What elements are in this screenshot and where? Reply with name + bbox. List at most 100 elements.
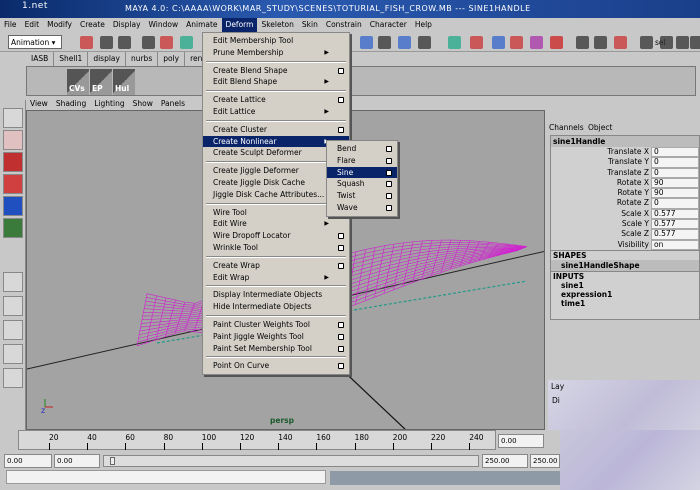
input-node-expression1[interactable]: expression1 bbox=[551, 290, 699, 299]
layout-icon[interactable] bbox=[3, 344, 23, 364]
channel-translate-z[interactable]: Translate Z0 bbox=[551, 167, 699, 178]
mode-dropdown[interactable]: Animation ▾ bbox=[8, 35, 62, 49]
toolbar-icon[interactable] bbox=[550, 36, 563, 49]
end-time-field[interactable]: 250.00 bbox=[530, 454, 560, 468]
panel-menu-view[interactable]: View bbox=[26, 98, 52, 110]
channel-value[interactable]: 0 bbox=[651, 147, 699, 158]
menu-skeleton[interactable]: Skeleton bbox=[257, 18, 297, 32]
toolbar-icon[interactable] bbox=[160, 36, 173, 49]
toolbar-icon[interactable] bbox=[80, 36, 93, 49]
menu-item-hide-intermediate-objects[interactable]: Hide Intermediate Objects bbox=[203, 301, 349, 313]
channel-rotate-x[interactable]: Rotate X 90 bbox=[551, 177, 699, 189]
tool-icon[interactable] bbox=[3, 152, 23, 172]
menu-item-paint-cluster-weights-tool[interactable]: Paint Cluster Weights Tool bbox=[203, 319, 349, 331]
toolbar-icon[interactable] bbox=[118, 36, 131, 49]
menu-item-create-lattice[interactable]: Create Lattice bbox=[203, 94, 349, 106]
menu-modify[interactable]: Modify bbox=[43, 18, 76, 32]
layout-icon[interactable] bbox=[3, 272, 23, 292]
option-box-icon[interactable] bbox=[338, 262, 344, 269]
option-box-icon[interactable] bbox=[338, 233, 344, 240]
menu-create[interactable]: Create bbox=[76, 18, 109, 32]
menu-constrain[interactable]: Constrain bbox=[322, 18, 366, 32]
shelf-tab-nurbs[interactable]: nurbs bbox=[126, 52, 159, 66]
menu-item-wire-dropoff-locator[interactable]: Wire Dropoff Locator bbox=[203, 230, 349, 242]
channel-value[interactable]: 0.577 bbox=[651, 208, 699, 220]
channel-value[interactable]: 0.577 bbox=[651, 219, 699, 230]
option-box-icon[interactable] bbox=[338, 345, 344, 352]
toolbar-icon[interactable] bbox=[640, 36, 653, 49]
tool-icon[interactable] bbox=[3, 196, 23, 216]
display-tab[interactable]: Di bbox=[552, 396, 560, 405]
command-line[interactable] bbox=[6, 470, 326, 484]
menu-item-squash[interactable]: Squash bbox=[327, 178, 397, 190]
panel-menu-lighting[interactable]: Lighting bbox=[90, 98, 128, 110]
toolbar-icon[interactable] bbox=[576, 36, 589, 49]
option-box-icon[interactable] bbox=[386, 146, 392, 152]
menu-item-edit-blend-shape[interactable]: Edit Blend Shape ▶ bbox=[203, 76, 349, 88]
shelf-button-hul[interactable]: Hul bbox=[113, 69, 135, 95]
toolbar-icon[interactable] bbox=[614, 36, 627, 49]
menu-edit[interactable]: Edit bbox=[21, 18, 44, 32]
option-box-icon[interactable] bbox=[338, 333, 344, 340]
menu-character[interactable]: Character bbox=[366, 18, 411, 32]
channel-value[interactable]: 0 bbox=[651, 157, 699, 168]
toolbar-icon[interactable] bbox=[448, 36, 461, 49]
tool-icon[interactable] bbox=[3, 218, 23, 238]
panel-menu-shading[interactable]: Shading bbox=[52, 98, 90, 110]
menu-item-edit-lattice[interactable]: Edit Lattice ▶ bbox=[203, 106, 349, 118]
menu-help[interactable]: Help bbox=[411, 18, 436, 32]
node-name[interactable]: sine1Handle bbox=[551, 136, 699, 147]
toolbar-icon[interactable] bbox=[142, 36, 155, 49]
panel-menu-show[interactable]: Show bbox=[129, 98, 157, 110]
time-slider[interactable]: 20 40 60 80 100 120 140 160 180 200 220 240 bbox=[18, 430, 496, 450]
toolbar-icon[interactable] bbox=[100, 36, 113, 49]
menu-deform[interactable]: Deform bbox=[221, 18, 258, 32]
range-handle[interactable] bbox=[110, 457, 115, 465]
menu-item-paint-set-membership-tool[interactable]: Paint Set Membership Tool bbox=[203, 343, 349, 355]
menu-item-wrinkle-tool[interactable]: Wrinkle Tool bbox=[203, 242, 349, 254]
input-node-sine1[interactable]: sine1 bbox=[551, 281, 699, 290]
menu-item-bend[interactable]: Bend bbox=[327, 143, 397, 155]
menu-item-twist[interactable]: Twist bbox=[327, 190, 397, 202]
option-box-icon[interactable] bbox=[338, 97, 344, 104]
toolbar-icon[interactable] bbox=[492, 36, 505, 49]
menu-item-edit-membership-tool[interactable]: Edit Membership Tool bbox=[203, 35, 349, 47]
channel-value[interactable]: 90 bbox=[651, 188, 699, 199]
shelf-tab-display[interactable]: display bbox=[88, 52, 126, 66]
channel-scale-x[interactable]: Scale X 0.577 bbox=[551, 208, 699, 220]
toolbar-icon[interactable] bbox=[530, 36, 543, 49]
tool-icon[interactable] bbox=[3, 130, 23, 150]
playback-end-field[interactable]: 250.00 bbox=[482, 454, 528, 468]
shelf-tab-poly[interactable]: poly bbox=[158, 52, 186, 66]
playback-start-field[interactable]: 0.00 bbox=[54, 454, 100, 468]
tool-icon[interactable] bbox=[3, 174, 23, 194]
layout-icon[interactable] bbox=[3, 296, 23, 316]
channel-translate-y[interactable]: Translate Y0 bbox=[551, 157, 699, 168]
shelf-tab-shell1[interactable]: Shell1 bbox=[54, 52, 89, 66]
menu-item-flare[interactable]: Flare bbox=[327, 155, 397, 167]
option-box-icon[interactable] bbox=[386, 204, 392, 211]
option-box-icon[interactable] bbox=[386, 157, 392, 164]
menu-item-display-intermediate-objects[interactable]: Display Intermediate Objects bbox=[203, 289, 349, 301]
channels-menu[interactable]: Channels bbox=[549, 123, 584, 132]
menu-file[interactable]: File bbox=[0, 18, 21, 32]
menu-item-edit-wire[interactable]: Edit Wire ▶ bbox=[203, 218, 349, 230]
start-time-field[interactable]: 0.00 bbox=[4, 454, 52, 468]
toolbar-icon[interactable] bbox=[676, 36, 689, 49]
channel-value[interactable]: 0.577 bbox=[651, 229, 699, 240]
channel-value[interactable]: on bbox=[651, 239, 699, 250]
layout-icon[interactable] bbox=[3, 368, 23, 388]
toolbar-icon[interactable] bbox=[360, 36, 373, 49]
toolbar-icon[interactable] bbox=[378, 36, 391, 49]
current-time-field[interactable]: 0.00 bbox=[498, 434, 544, 448]
channel-translate-x[interactable]: Translate X0 bbox=[551, 147, 699, 158]
option-box-icon[interactable] bbox=[386, 193, 392, 200]
toolbar-icon[interactable] bbox=[398, 36, 411, 49]
object-menu[interactable]: Object bbox=[588, 123, 612, 132]
menu-item-point-on-curve[interactable]: Point On Curve bbox=[203, 360, 349, 372]
menu-item-paint-jiggle-weights-tool[interactable]: Paint Jiggle Weights Tool bbox=[203, 331, 349, 343]
channel-visibility[interactable]: Visibility on bbox=[551, 239, 699, 250]
toolbar-icon[interactable] bbox=[418, 36, 431, 49]
toolbar-icon[interactable] bbox=[690, 36, 700, 49]
menu-item-sine[interactable]: Sine bbox=[327, 166, 397, 179]
